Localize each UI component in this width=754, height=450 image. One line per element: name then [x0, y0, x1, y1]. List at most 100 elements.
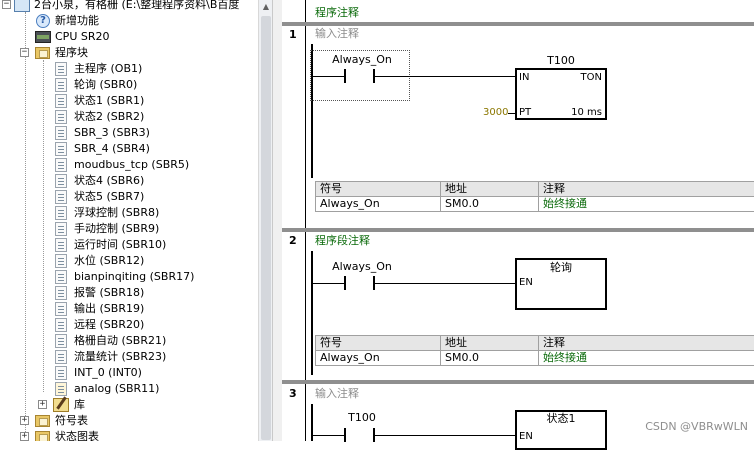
expand-icon[interactable]: +: [20, 416, 29, 425]
tree-item-sbr2[interactable]: 状态2 (SBR2): [0, 109, 258, 125]
symbol-table-header: 符号 地址 注释: [316, 336, 754, 351]
pin-en: EN: [519, 277, 533, 289]
tree-item-sbr1[interactable]: 状态1 (SBR1): [0, 93, 258, 109]
program-icon: [55, 206, 67, 220]
folder-icon: [35, 431, 50, 441]
tree-item-label: 轮询 (SBR0): [74, 77, 137, 93]
program-icon: [55, 142, 67, 156]
program-icon: [55, 254, 67, 268]
network-number: 1: [289, 28, 303, 42]
header-symbol: 符号: [316, 182, 441, 197]
program-icon: [55, 62, 67, 76]
network-separator: [282, 228, 754, 232]
tree-item-int0[interactable]: INT_0 (INT0): [0, 365, 258, 381]
tree-item-sbr10[interactable]: 运行时间 (SBR10): [0, 237, 258, 253]
tree-item-sbr12[interactable]: 水位 (SBR12): [0, 253, 258, 269]
tree-item-sbr5[interactable]: moudbus_tcp (SBR5): [0, 157, 258, 173]
tree-item-sbr7[interactable]: 状态5 (SBR7): [0, 189, 258, 205]
expand-icon[interactable]: +: [20, 432, 29, 441]
tree-item-project[interactable]: − 2台小泉，有格栅 (E:\整理程序资料\B百度: [0, 0, 258, 13]
tree-item-sbr9[interactable]: 手动控制 (SBR9): [0, 221, 258, 237]
tree-item-sbr0[interactable]: 轮询 (SBR0): [0, 77, 258, 93]
subroutine-box[interactable]: 状态1 EN: [515, 410, 607, 450]
pin-en: EN: [519, 431, 533, 443]
tree-item-label: 符号表: [55, 413, 88, 429]
collapse-icon[interactable]: −: [2, 0, 11, 9]
tree-item-sbr19[interactable]: 输出 (SBR19): [0, 301, 258, 317]
panel-splitter[interactable]: [272, 0, 282, 441]
program-icon: [55, 350, 67, 364]
symbol-table-header: 符号 地址 注释: [316, 182, 754, 197]
locked-program-icon: [55, 382, 67, 396]
tree-item-sbr3[interactable]: SBR_3 (SBR3): [0, 125, 258, 141]
tree-item-sbr8[interactable]: 浮球控制 (SBR8): [0, 205, 258, 221]
scroll-up-icon[interactable]: ▲: [261, 2, 271, 12]
cell-comment: 始终接通: [539, 351, 754, 366]
tree-item-label: 状态4 (SBR6): [74, 173, 144, 189]
rung-wire: [375, 283, 516, 284]
tree-item-sbr11[interactable]: analog (SBR11): [0, 381, 258, 397]
symbol-table: 符号 地址 注释 Always_On SM0.0 始终接通: [315, 335, 754, 366]
tree-item-label: SBR_4 (SBR4): [74, 141, 150, 157]
contact-icon[interactable]: [344, 428, 346, 442]
tree-item-label: SBR_3 (SBR3): [74, 125, 150, 141]
tree-item-ob1[interactable]: 主程序 (OB1): [0, 61, 258, 77]
tree-item-label: analog (SBR11): [74, 381, 159, 397]
tree-item-status-chart[interactable]: + 状态图表: [0, 429, 258, 441]
contact-operand[interactable]: Always_On: [322, 261, 402, 273]
tree-item-sbr4[interactable]: SBR_4 (SBR4): [0, 141, 258, 157]
tree-item-label: 运行时间 (SBR10): [74, 237, 166, 253]
network-comment[interactable]: 输入注释: [315, 387, 359, 401]
network-comment[interactable]: 程序段注释: [315, 234, 370, 248]
network-number: 3: [289, 387, 303, 401]
subroutine-box[interactable]: 轮询 EN: [515, 258, 607, 310]
program-comment[interactable]: 程序注释: [312, 4, 462, 21]
tree-item-label: 库: [74, 397, 85, 413]
tree-item-sbr20[interactable]: 远程 (SBR20): [0, 317, 258, 333]
timer-box[interactable]: IN TON PT 10 ms: [515, 68, 607, 120]
ladder-editor[interactable]: 程序注释 1 输入注释 Always_On T100 IN TON PT 10 …: [282, 0, 754, 441]
program-icon: [55, 110, 67, 124]
symbol-table: 符号 地址 注释 Always_On SM0.0 始终接通: [315, 181, 754, 212]
tree-item-sbr23[interactable]: 流量统计 (SBR23): [0, 349, 258, 365]
contact-operand[interactable]: T100: [322, 412, 402, 424]
box-type: TON: [581, 72, 602, 84]
cell-symbol: Always_On: [316, 197, 441, 212]
tree-item-whats-new[interactable]: ? 新增功能: [0, 13, 258, 29]
cpu-icon: [35, 31, 51, 43]
tree-item-sbr18[interactable]: 报警 (SBR18): [0, 285, 258, 301]
tree-scrollbar[interactable]: ▲: [258, 0, 272, 441]
tree-item-label: CPU SR20: [55, 29, 109, 45]
subroutine-name: 状态1: [517, 413, 605, 425]
folder-icon: [35, 47, 50, 59]
tree-item-library[interactable]: + 库: [0, 397, 258, 413]
contact-icon[interactable]: [344, 276, 346, 290]
timer-name[interactable]: T100: [515, 55, 607, 67]
program-icon: [55, 78, 67, 92]
network-number: 2: [289, 234, 303, 248]
expand-icon[interactable]: +: [38, 400, 47, 409]
tree-item-cpu[interactable]: CPU SR20: [0, 29, 258, 45]
watermark: CSDN @VBRwWLN: [645, 420, 748, 433]
network-comment[interactable]: 输入注释: [315, 27, 359, 41]
scrollbar-thumb[interactable]: [261, 16, 271, 440]
pt-value[interactable]: 3000: [483, 107, 508, 119]
collapse-icon[interactable]: −: [20, 48, 29, 57]
tree-item-program-blocks[interactable]: − 程序块: [0, 45, 258, 61]
header-comment: 注释: [539, 336, 754, 351]
library-icon: [53, 398, 69, 412]
cell-address: SM0.0: [441, 351, 539, 366]
tree-item-sbr17[interactable]: bianpinqiting (SBR17): [0, 269, 258, 285]
rung-wire: [508, 113, 516, 114]
contact-icon[interactable]: [344, 69, 346, 83]
table-row: Always_On SM0.0 始终接通: [316, 351, 754, 366]
program-icon: [55, 126, 67, 140]
tree-item-sbr21[interactable]: 格栅自动 (SBR21): [0, 333, 258, 349]
contact-operand[interactable]: Always_On: [322, 54, 402, 66]
tree-item-label: 输出 (SBR19): [74, 301, 144, 317]
tree-item-symbol-table[interactable]: + 符号表: [0, 413, 258, 429]
project-tree: − 2台小泉，有格栅 (E:\整理程序资料\B百度 ? 新增功能 CPU SR2…: [0, 0, 258, 441]
tree-item-label: 流量统计 (SBR23): [74, 349, 166, 365]
tree-item-sbr6[interactable]: 状态4 (SBR6): [0, 173, 258, 189]
tree-item-label: bianpinqiting (SBR17): [74, 269, 194, 285]
